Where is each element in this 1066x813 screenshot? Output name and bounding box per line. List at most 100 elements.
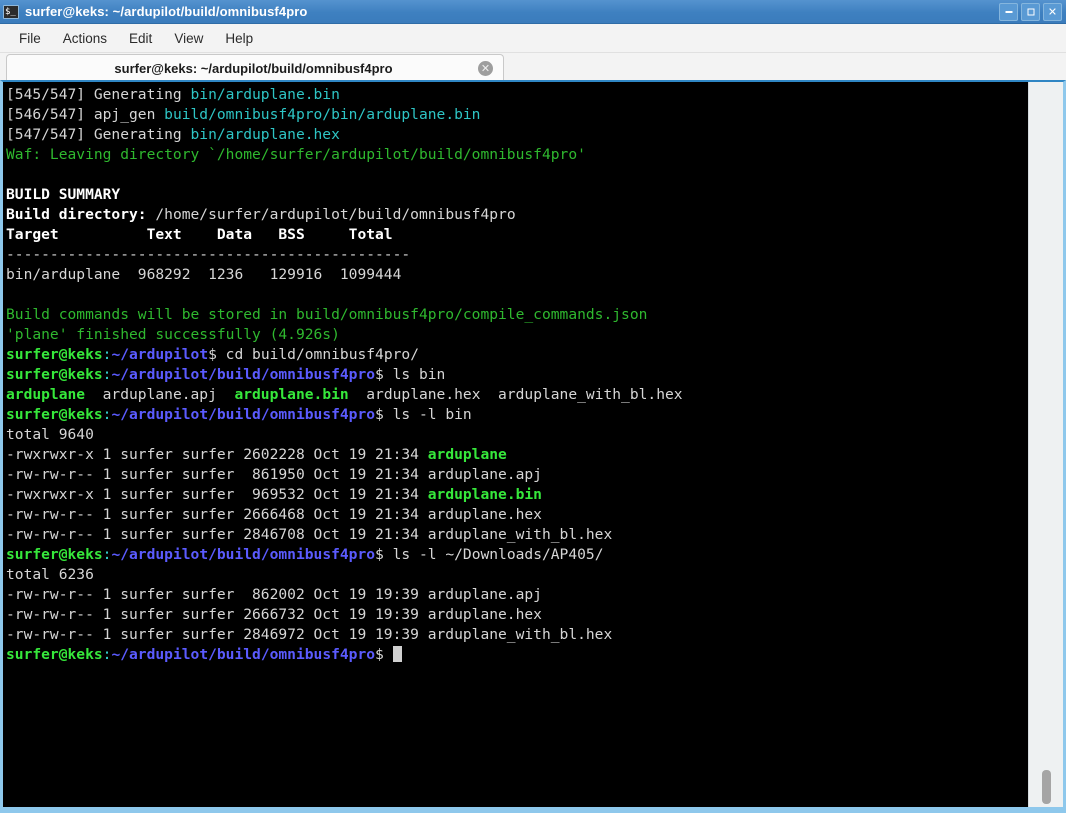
terminal-segment: ~/ardupilot <box>111 346 208 363</box>
tab-bar: surfer@keks: ~/ardupilot/build/omnibusf4… <box>0 53 1066 82</box>
terminal-segment: $ ls -l bin <box>375 406 472 423</box>
terminal-segment: surfer@keks <box>6 546 103 563</box>
terminal-line: [545/547] Generating bin/arduplane.bin <box>6 85 1028 105</box>
window-title: surfer@keks: ~/ardupilot/build/omnibusf4… <box>25 4 307 19</box>
terminal-line: BUILD SUMMARY <box>6 185 1028 205</box>
terminal-segment: ~/ardupilot/build/omnibusf4pro <box>111 406 375 423</box>
minimize-icon <box>1005 11 1012 13</box>
menu-item-view[interactable]: View <box>163 28 214 49</box>
terminal-segment: Target Text Data BSS Total <box>6 226 393 243</box>
terminal-segment: -rw-rw-r-- 1 surfer surfer 862002 Oct 19… <box>6 586 542 603</box>
tab-terminal-session[interactable]: surfer@keks: ~/ardupilot/build/omnibusf4… <box>6 54 504 82</box>
terminal-line: arduplane arduplane.apj arduplane.bin ar… <box>6 385 1028 405</box>
terminal-line: -rw-rw-r-- 1 surfer surfer 861950 Oct 19… <box>6 465 1028 485</box>
terminal-cursor <box>393 646 402 662</box>
menu-bar: File Actions Edit View Help <box>0 24 1066 53</box>
terminal-segment: arduplane <box>6 386 85 403</box>
terminal-line: bin/arduplane 968292 1236 129916 1099444 <box>6 265 1028 285</box>
terminal-segment: [545/547] Generating <box>6 86 191 103</box>
terminal-frame: [545/547] Generating bin/arduplane.bin[5… <box>0 80 1066 813</box>
close-button[interactable]: ✕ <box>1043 3 1062 21</box>
terminal-segment: ----------------------------------------… <box>6 246 410 263</box>
terminal-segment: [547/547] Generating <box>6 126 191 143</box>
terminal-segment: /home/surfer/ardupilot/build/omnibusf4pr… <box>155 206 515 223</box>
terminal-line: [546/547] apj_gen build/omnibusf4pro/bin… <box>6 105 1028 125</box>
terminal-segment: 'plane' finished successfully (4.926s) <box>6 326 340 343</box>
terminal-segment: $ cd build/omnibusf4pro/ <box>208 346 419 363</box>
terminal-segment: build/omnibusf4pro/bin/arduplane.bin <box>164 106 480 123</box>
close-icon: ✕ <box>1048 7 1057 18</box>
terminal-line: -rwxrwxr-x 1 surfer surfer 969532 Oct 19… <box>6 485 1028 505</box>
terminal-segment: arduplane.hex arduplane_with_bl.hex <box>349 386 683 403</box>
terminal-line: Waf: Leaving directory `/home/surfer/ard… <box>6 145 1028 165</box>
terminal-line: -rw-rw-r-- 1 surfer surfer 2846972 Oct 1… <box>6 625 1028 645</box>
tab-close-icon[interactable]: ✕ <box>478 61 493 76</box>
terminal-line: -rwxrwxr-x 1 surfer surfer 2602228 Oct 1… <box>6 445 1028 465</box>
terminal-line: -rw-rw-r-- 1 surfer surfer 2666732 Oct 1… <box>6 605 1028 625</box>
terminal-line: surfer@keks:~/ardupilot/build/omnibusf4p… <box>6 545 1028 565</box>
terminal-line: surfer@keks:~/ardupilot/build/omnibusf4p… <box>6 405 1028 425</box>
terminal-line: [547/547] Generating bin/arduplane.hex <box>6 125 1028 145</box>
terminal-line: ----------------------------------------… <box>6 245 1028 265</box>
terminal-line: surfer@keks:~/ardupilot/build/omnibusf4p… <box>6 365 1028 385</box>
terminal-line: surfer@keks:~/ardupilot$ cd build/omnibu… <box>6 345 1028 365</box>
terminal-icon: $_ <box>3 5 19 19</box>
terminal-segment: arduplane.bin <box>234 386 348 403</box>
terminal-line: 'plane' finished successfully (4.926s) <box>6 325 1028 345</box>
terminal-segment: ~/ardupilot/build/omnibusf4pro <box>111 546 375 563</box>
terminal-segment: $ <box>375 646 393 663</box>
menu-item-actions[interactable]: Actions <box>52 28 118 49</box>
terminal-line: surfer@keks:~/ardupilot/build/omnibusf4p… <box>6 645 1028 665</box>
terminal-output: [545/547] Generating bin/arduplane.bin[5… <box>6 85 1028 665</box>
terminal-line <box>6 285 1028 305</box>
menu-item-edit[interactable]: Edit <box>118 28 163 49</box>
terminal-segment: total 6236 <box>6 566 94 583</box>
terminal-line <box>6 165 1028 185</box>
menu-item-file[interactable]: File <box>8 28 52 49</box>
terminal-line: -rw-rw-r-- 1 surfer surfer 2846708 Oct 1… <box>6 525 1028 545</box>
terminal-segment: -rw-rw-r-- 1 surfer surfer 2666468 Oct 1… <box>6 506 542 523</box>
maximize-button[interactable] <box>1021 3 1040 21</box>
terminal-line: -rw-rw-r-- 1 surfer surfer 2666468 Oct 1… <box>6 505 1028 525</box>
terminal-line: Target Text Data BSS Total <box>6 225 1028 245</box>
terminal-segment: arduplane.apj <box>85 386 234 403</box>
window-controls: ✕ <box>999 3 1062 21</box>
terminal-segment: $ ls -l ~/Downloads/AP405/ <box>375 546 603 563</box>
terminal-segment: total 9640 <box>6 426 94 443</box>
scrollbar-thumb[interactable] <box>1042 770 1051 804</box>
terminal-segment: Build commands will be stored in build/o… <box>6 306 647 323</box>
terminal-segment: [546/547] apj_gen <box>6 106 164 123</box>
terminal-line: -rw-rw-r-- 1 surfer surfer 862002 Oct 19… <box>6 585 1028 605</box>
menu-item-help[interactable]: Help <box>214 28 264 49</box>
terminal-segment: -rw-rw-r-- 1 surfer surfer 2846972 Oct 1… <box>6 626 612 643</box>
terminal-segment: -rwxrwxr-x 1 surfer surfer 2602228 Oct 1… <box>6 446 428 463</box>
terminal-segment: Waf: Leaving directory `/home/surfer/ard… <box>6 146 586 163</box>
terminal-segment: surfer@keks <box>6 646 103 663</box>
terminal-scrollbar[interactable] <box>1028 82 1063 807</box>
terminal-window: $_ surfer@keks: ~/ardupilot/build/omnibu… <box>0 0 1066 813</box>
terminal-segment: bin/arduplane 968292 1236 129916 1099444 <box>6 266 401 283</box>
terminal-segment: bin/arduplane.bin <box>191 86 340 103</box>
terminal-line: Build directory: /home/surfer/ardupilot/… <box>6 205 1028 225</box>
terminal-segment: -rw-rw-r-- 1 surfer surfer 2846708 Oct 1… <box>6 526 612 543</box>
terminal-line: Build commands will be stored in build/o… <box>6 305 1028 325</box>
terminal-segment: surfer@keks <box>6 346 103 363</box>
terminal-segment: arduplane.bin <box>428 486 542 503</box>
minimize-button[interactable] <box>999 3 1018 21</box>
terminal-segment: BUILD SUMMARY <box>6 186 120 203</box>
terminal-segment: Build directory: <box>6 206 155 223</box>
terminal-segment: arduplane <box>428 446 507 463</box>
terminal-segment: $ ls bin <box>375 366 445 383</box>
maximize-icon <box>1027 9 1034 16</box>
terminal-segment: bin/arduplane.hex <box>191 126 340 143</box>
terminal-segment: -rw-rw-r-- 1 surfer surfer 861950 Oct 19… <box>6 466 542 483</box>
terminal-viewport[interactable]: [545/547] Generating bin/arduplane.bin[5… <box>3 82 1028 807</box>
terminal-segment: ~/ardupilot/build/omnibusf4pro <box>111 646 375 663</box>
terminal-line: total 6236 <box>6 565 1028 585</box>
terminal-segment: -rwxrwxr-x 1 surfer surfer 969532 Oct 19… <box>6 486 428 503</box>
tab-label: surfer@keks: ~/ardupilot/build/omnibusf4… <box>7 61 478 76</box>
terminal-segment: surfer@keks <box>6 406 103 423</box>
window-titlebar[interactable]: $_ surfer@keks: ~/ardupilot/build/omnibu… <box>0 0 1066 24</box>
terminal-segment: -rw-rw-r-- 1 surfer surfer 2666732 Oct 1… <box>6 606 542 623</box>
terminal-line: total 9640 <box>6 425 1028 445</box>
